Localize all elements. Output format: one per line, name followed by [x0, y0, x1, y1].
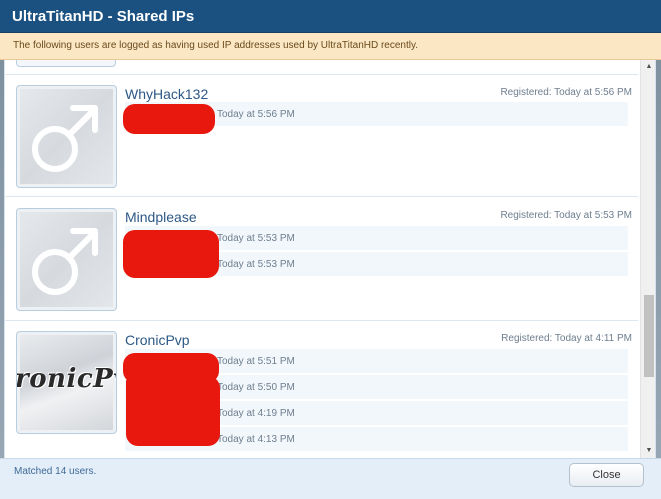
- redacted-ip: [123, 104, 215, 134]
- list-item-user: WhyHack132 Registered: Today at 5:56 PM …: [5, 74, 638, 196]
- redacted-ip: [126, 376, 220, 446]
- redacted-ip: [123, 230, 219, 278]
- avatar[interactable]: [16, 85, 117, 188]
- previous-avatar-edge: [16, 60, 116, 67]
- username-link[interactable]: WhyHack132: [125, 86, 208, 102]
- registered-date: Registered: Today at 5:56 PM: [500, 87, 632, 98]
- ip-log-time: Today at 5:50 PM: [217, 382, 295, 393]
- male-symbol-icon: [32, 228, 98, 295]
- ip-log-time: Today at 4:19 PM: [217, 408, 295, 419]
- matched-count: Matched 14 users.: [14, 466, 97, 477]
- ip-log-time: Today at 5:56 PM: [217, 109, 295, 120]
- registered-date: Registered: Today at 5:53 PM: [500, 210, 632, 221]
- ip-log-time: Today at 5:51 PM: [217, 356, 295, 367]
- user-list-panel: WhyHack132 Registered: Today at 5:56 PM …: [4, 60, 656, 458]
- avatar[interactable]: [16, 208, 117, 311]
- male-symbol-icon: [32, 105, 98, 172]
- shared-ips-dialog: UltraTitanHD - Shared IPs The following …: [0, 0, 661, 499]
- scroll-up-icon[interactable]: ▲: [641, 60, 655, 74]
- ip-log-time: Today at 5:53 PM: [217, 233, 295, 244]
- registered-date: Registered: Today at 4:11 PM: [501, 333, 632, 344]
- dialog-notice: The following users are logged as having…: [0, 33, 661, 60]
- ip-log-time: Today at 4:13 PM: [217, 434, 295, 445]
- avatar-text: ronicPv: [16, 364, 116, 394]
- list-item-user: ronicPv CronicPvp Registered: Today at 4…: [5, 320, 638, 458]
- dialog-footer: Matched 14 users. Close: [0, 458, 661, 499]
- user-list: WhyHack132 Registered: Today at 5:56 PM …: [5, 60, 638, 458]
- username-link[interactable]: Mindplease: [125, 209, 197, 225]
- close-button[interactable]: Close: [569, 463, 644, 487]
- scroll-down-icon[interactable]: ▼: [641, 444, 655, 458]
- avatar[interactable]: ronicPv: [16, 331, 117, 434]
- scrollbar-thumb[interactable]: [644, 295, 654, 377]
- username-link[interactable]: CronicPvp: [125, 332, 190, 348]
- ip-log-time: Today at 5:53 PM: [217, 259, 295, 270]
- vertical-scrollbar[interactable]: ▲ ▼: [640, 60, 655, 458]
- list-item-user: Mindplease Registered: Today at 5:53 PM …: [5, 196, 638, 320]
- dialog-title: UltraTitanHD - Shared IPs: [0, 0, 661, 33]
